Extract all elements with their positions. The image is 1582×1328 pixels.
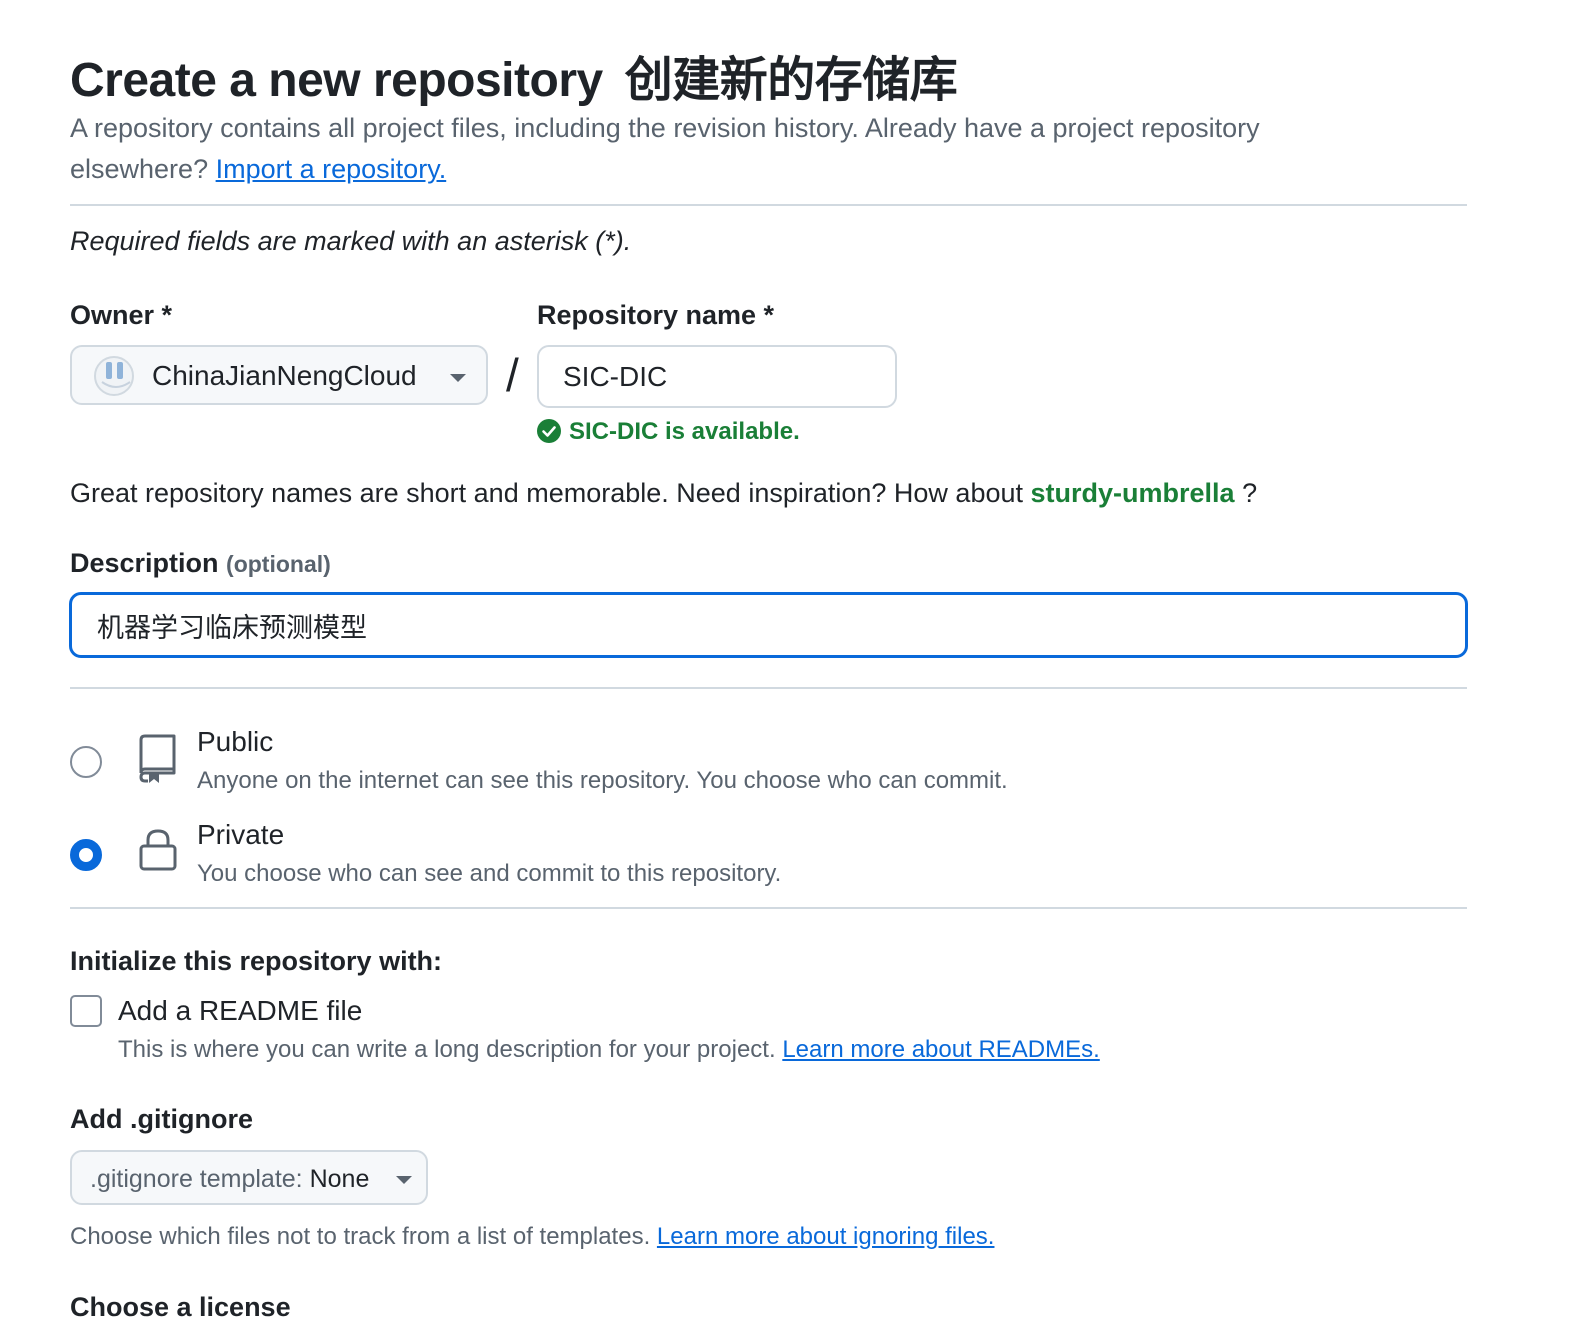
divider [70, 907, 1467, 909]
learn-more-ignoring-files-link[interactable]: Learn more about ignoring files. [657, 1223, 995, 1250]
visibility-private-description: You choose who can see and commit to thi… [197, 860, 782, 887]
page-subtitle: A repository contains all project files,… [70, 108, 1390, 190]
license-heading: Choose a license [70, 1292, 291, 1322]
learn-more-readmes-link[interactable]: Learn more about READMEs. [782, 1036, 1099, 1063]
chevron-down-icon [396, 1176, 412, 1184]
readme-description-text: This is where you can write a long descr… [118, 1036, 776, 1063]
gitignore-heading: Add .gitignore [70, 1104, 253, 1134]
availability-status: SIC-DIC is available. [537, 418, 800, 446]
suggestion-text: Great repository names are short and mem… [70, 478, 1023, 508]
required-fields-note: Required fields are marked with an aster… [70, 226, 632, 256]
import-repository-link[interactable]: Import a repository. [216, 154, 447, 184]
description-input[interactable] [69, 592, 1468, 658]
description-label-text: Description [70, 548, 219, 578]
name-suggestion: Great repository names are short and mem… [70, 478, 1257, 509]
gitignore-help: Choose which files not to track from a l… [70, 1223, 994, 1251]
owner-select[interactable]: ChinaJianNengCloud [70, 345, 488, 405]
suggested-name-button[interactable]: sturdy-umbrella [1031, 478, 1235, 508]
owner-label: Owner * [70, 300, 173, 330]
availability-text: SIC-DIC is available. [569, 418, 800, 445]
chevron-down-icon [450, 374, 466, 382]
page-title: Create a new repository 创建新的存储库 [70, 40, 958, 110]
gitignore-select-text: .gitignore template: None [90, 1165, 369, 1194]
repo-name-input[interactable] [537, 345, 897, 408]
visibility-public-description: Anyone on the internet can see this repo… [197, 767, 1008, 794]
gitignore-template-select[interactable]: .gitignore template: None [70, 1150, 428, 1205]
check-circle-icon [537, 419, 561, 443]
repo-icon [136, 733, 178, 788]
repo-name-label: Repository name * [537, 300, 775, 330]
page-title-en: Create a new repository [70, 54, 603, 107]
visibility-private-title: Private [197, 819, 285, 850]
add-readme-label[interactable]: Add a README file [118, 995, 362, 1027]
owner-avatar [94, 356, 134, 396]
visibility-private-radio[interactable] [70, 839, 102, 871]
readme-description: This is where you can write a long descr… [118, 1036, 1100, 1064]
initialize-heading: Initialize this repository with: [70, 946, 443, 976]
suggestion-suffix: ? [1242, 478, 1258, 508]
gitignore-select-prefix: .gitignore template: [90, 1165, 303, 1193]
owner-name: ChinaJianNengCloud [152, 360, 417, 391]
visibility-public-title: Public [197, 726, 274, 757]
visibility-public-radio[interactable] [70, 746, 102, 778]
lock-icon [138, 828, 178, 877]
gitignore-help-text: Choose which files not to track from a l… [70, 1223, 651, 1250]
owner-repo-separator: / [506, 349, 519, 401]
divider [70, 687, 1467, 689]
divider [70, 204, 1467, 206]
optional-hint: (optional) [226, 551, 331, 577]
description-label: Description (optional) [70, 548, 331, 579]
gitignore-select-value: None [309, 1165, 370, 1193]
page-title-cn: 创建新的存储库 [624, 54, 958, 107]
add-readme-checkbox[interactable] [70, 995, 102, 1027]
